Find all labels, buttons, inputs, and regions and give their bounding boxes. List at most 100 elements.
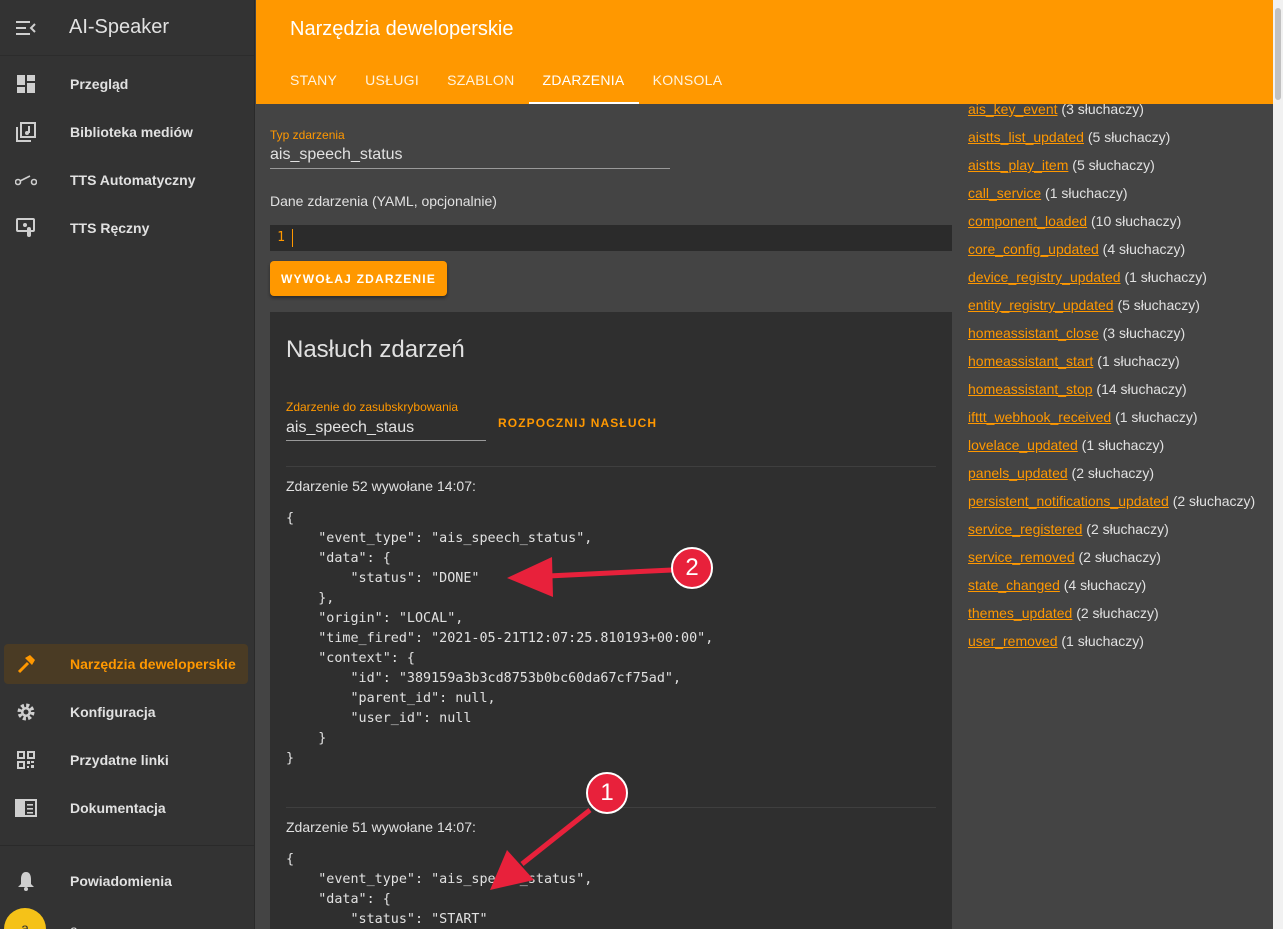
event-type-input[interactable]: ais_speech_status (270, 146, 403, 164)
listener-event-link[interactable]: service_registered (968, 521, 1082, 537)
listener-event-link[interactable]: core_config_updated (968, 241, 1099, 257)
listener-count: (2 słuchaczy) (1076, 605, 1159, 621)
event-json: { "event_type": "ais_speech_status", "da… (286, 852, 593, 927)
qr-code-icon (17, 751, 35, 769)
listener-event-link[interactable]: device_registry_updated (968, 269, 1121, 285)
sidebar-item-configuration[interactable]: Konfiguracja (4, 692, 248, 732)
listener-count: (1 słuchaczy) (1097, 353, 1180, 369)
page-scrollbar[interactable] (1273, 0, 1283, 929)
sidebar-item-label: TTS Ręczny (70, 220, 150, 236)
listener-count: (3 słuchaczy) (1102, 325, 1186, 341)
event-data-label: Dane zdarzenia (YAML, opcjonalnie) (270, 193, 497, 209)
subscribe-label: Zdarzenie do zasubskrybowania (286, 400, 459, 414)
tab-events[interactable]: ZDARZENIA (528, 56, 639, 104)
avatar[interactable]: a (4, 908, 46, 929)
sidebar-item-label: Przegląd (70, 76, 129, 92)
listener-event-link[interactable]: aistts_play_item (968, 157, 1068, 173)
listener-row: ifttt_webhook_received (1 słuchaczy) (968, 409, 1198, 425)
sidebar-item-media-library[interactable]: Biblioteka mediów (4, 112, 248, 152)
event-divider (286, 466, 936, 467)
listener-row: entity_registry_updated (5 słuchaczy) (968, 297, 1200, 313)
sidebar-item-label: Przydatne linki (70, 752, 169, 768)
sidebar-item-tts-manual[interactable]: TTS Ręczny (4, 208, 248, 248)
book-icon (15, 799, 37, 817)
listener-event-link[interactable]: ifttt_webhook_received (968, 409, 1111, 425)
listener-row: service_registered (2 słuchaczy) (968, 521, 1169, 537)
tab-services[interactable]: USŁUGI (351, 56, 433, 104)
sidebar-item-notifications[interactable]: Powiadomienia (4, 861, 248, 901)
listener-row: service_removed (2 słuchaczy) (968, 549, 1161, 565)
page-title: Narzędzia deweloperskie (290, 18, 514, 40)
listener-row: component_loaded (10 słuchaczy) (968, 213, 1181, 229)
menu-collapse-icon (16, 20, 36, 35)
sidebar-item-documentation[interactable]: Dokumentacja (4, 788, 248, 828)
scrollbar-thumb[interactable] (1275, 8, 1281, 100)
listener-row: homeassistant_stop (14 słuchaczy) (968, 381, 1187, 397)
sidebar-header: AI-Speaker (0, 0, 254, 56)
listener-count: (4 słuchaczy) (1102, 241, 1186, 257)
event-type-underline (270, 168, 670, 169)
listener-event-link[interactable]: ais_key_event (968, 101, 1058, 117)
listener-event-link[interactable]: homeassistant_stop (968, 381, 1093, 397)
listener-count: (14 słuchaczy) (1096, 381, 1187, 397)
listener-row: lovelace_updated (1 słuchaczy) (968, 437, 1164, 453)
listener-count: (2 słuchaczy) (1071, 465, 1155, 481)
listener-event-link[interactable]: state_changed (968, 577, 1060, 593)
listener-count: (5 słuchaczy) (1072, 157, 1155, 173)
event-data-editor[interactable]: 1 (270, 225, 952, 251)
sidebar-item-overview[interactable]: Przegląd (4, 64, 248, 104)
tab-template[interactable]: SZABLON (433, 56, 528, 104)
hammer-icon (17, 655, 35, 674)
tab-bar: STANY USŁUGI SZABLON ZDARZENIA KONSOLA (276, 56, 736, 104)
listener-row: aistts_play_item (5 słuchaczy) (968, 157, 1155, 173)
sidebar-item-developer-tools[interactable]: Narzędzia deweloperskie (4, 644, 248, 684)
menu-toggle-button[interactable] (0, 20, 52, 35)
listener-row: device_registry_updated (1 słuchaczy) (968, 269, 1207, 285)
start-listening-button[interactable]: ROZPOCZNIJ NASŁUCH (498, 416, 657, 430)
listener-count: (3 słuchaczy) (1061, 101, 1144, 117)
listener-event-link[interactable]: entity_registry_updated (968, 297, 1114, 313)
listener-event-link[interactable]: aistts_list_updated (968, 129, 1084, 145)
event-listeners-list: ais_key_event (3 słuchaczy) aistts_list_u… (952, 101, 1272, 929)
listener-event-link[interactable]: user_removed (968, 633, 1058, 649)
listener-count: (2 słuchaczy) (1086, 521, 1169, 537)
editor-cursor (292, 229, 293, 247)
event-type-label: Typ zdarzenia (270, 128, 345, 142)
subscribe-input[interactable]: ais_speech_staus (286, 419, 414, 437)
listener-event-link[interactable]: persistent_notifications_updated (968, 493, 1169, 509)
listener-event-link[interactable]: homeassistant_close (968, 325, 1099, 341)
listen-events-card: Nasłuch zdarzeń Zdarzenie do zasubskrybo… (270, 312, 952, 929)
card-title: Nasłuch zdarzeń (286, 336, 465, 363)
listener-row: user_removed (1 słuchaczy) (968, 633, 1144, 649)
sidebar-item-tts-auto[interactable]: TTS Automatyczny (4, 160, 248, 200)
listener-count: (1 słuchaczy) (1081, 437, 1165, 453)
bell-icon (18, 872, 34, 891)
listener-count: (1 słuchaczy) (1124, 269, 1207, 285)
listener-row: core_config_updated (4 słuchaczy) (968, 241, 1185, 257)
tab-console[interactable]: KONSOLA (639, 56, 737, 104)
media-library-icon (16, 122, 36, 142)
listener-event-link[interactable]: lovelace_updated (968, 437, 1078, 453)
fire-event-button[interactable]: WYWOŁAJ ZDARZENIE (270, 261, 447, 296)
sidebar-item-label: Powiadomienia (70, 873, 172, 889)
listener-row: ais_key_event (3 słuchaczy) (968, 101, 1144, 117)
listener-event-link[interactable]: service_removed (968, 549, 1075, 565)
listener-event-link[interactable]: call_service (968, 185, 1041, 201)
tab-states[interactable]: STANY (276, 56, 351, 104)
sidebar: AI-Speaker Przegląd Biblioteka mediów TT… (0, 0, 255, 929)
listener-event-link[interactable]: themes_updated (968, 605, 1072, 621)
sidebar-item-label: TTS Automatyczny (70, 172, 196, 188)
sidebar-item-label: Biblioteka mediów (70, 124, 193, 140)
listener-row: state_changed (4 słuchaczy) (968, 577, 1146, 593)
editor-line-number: 1 (277, 230, 285, 245)
listener-row: panels_updated (2 słuchaczy) (968, 465, 1154, 481)
listener-row: aistts_list_updated (5 słuchaczy) (968, 129, 1170, 145)
listener-count: (5 słuchaczy) (1087, 129, 1171, 145)
sidebar-item-useful-links[interactable]: Przydatne linki (4, 740, 248, 780)
user-name[interactable]: a (70, 922, 78, 929)
listener-event-link[interactable]: panels_updated (968, 465, 1068, 481)
listener-event-link[interactable]: homeassistant_start (968, 353, 1093, 369)
listener-count: (2 słuchaczy) (1078, 549, 1161, 565)
listener-event-link[interactable]: component_loaded (968, 213, 1087, 229)
listener-row: call_service (1 słuchaczy) (968, 185, 1128, 201)
